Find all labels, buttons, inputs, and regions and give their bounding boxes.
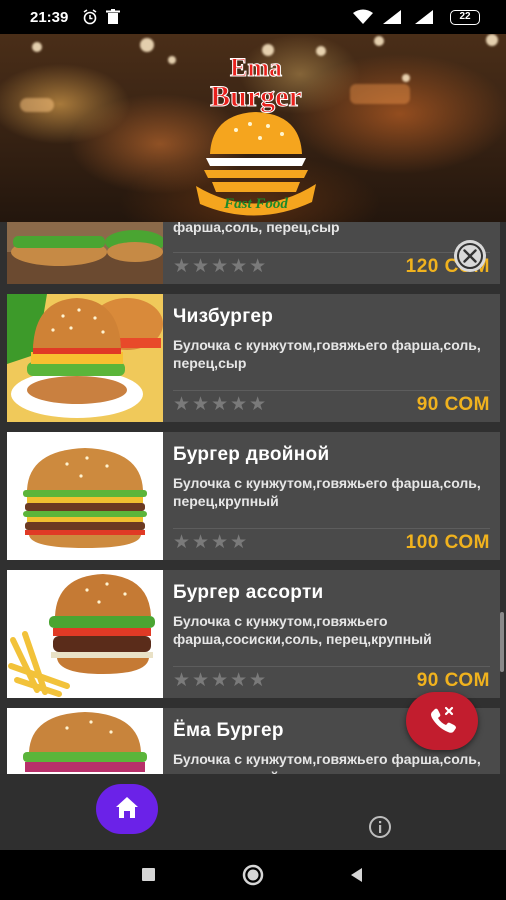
battery-icon: 22 bbox=[450, 10, 480, 25]
signal-icon bbox=[383, 10, 401, 24]
alarm-icon bbox=[83, 9, 97, 25]
back-icon[interactable] bbox=[348, 866, 366, 884]
status-time: 21:39 bbox=[30, 9, 69, 26]
status-bar: 21:39 22 bbox=[0, 0, 506, 34]
header-banner: Ema Burger Fast Food bbox=[0, 34, 506, 222]
rating-stars: ★★★★★ bbox=[173, 394, 269, 415]
info-button[interactable] bbox=[367, 814, 393, 840]
menu-item-description: Булочка с кунжутом,говяжьего фарша,соль,… bbox=[173, 475, 481, 509]
menu-item-title: Чизбургер bbox=[173, 306, 274, 327]
scrollbar-thumb[interactable] bbox=[500, 612, 504, 672]
phone-icon bbox=[431, 706, 456, 733]
divider bbox=[173, 390, 490, 391]
menu-item-description: Булочка с кунжутом,говяжьего фарша,соль,… bbox=[173, 337, 481, 371]
home-icon bbox=[116, 797, 138, 818]
menu-item-image bbox=[7, 222, 163, 284]
menu-item-price: 90 СОМ bbox=[416, 394, 490, 415]
rating-stars: ★★★★★ bbox=[173, 670, 269, 691]
call-button[interactable] bbox=[406, 692, 478, 750]
menu-item-title: Ёма Бургер bbox=[173, 720, 284, 741]
divider bbox=[173, 528, 490, 529]
home-nav-icon[interactable] bbox=[241, 863, 265, 887]
menu-item-image bbox=[7, 570, 163, 698]
system-navigation-bar bbox=[0, 850, 506, 900]
close-icon bbox=[457, 243, 483, 269]
divider bbox=[173, 666, 490, 667]
divider bbox=[173, 252, 490, 253]
menu-item-image bbox=[7, 708, 163, 774]
menu-item-card[interactable]: Бургер двойной Булочка с кунжутом,говяжь… bbox=[7, 432, 500, 560]
menu-item-description: фарша,соль, перец,сыр bbox=[173, 222, 340, 235]
menu-item-title: Бургер двойной bbox=[173, 444, 330, 465]
trash-icon bbox=[106, 9, 120, 24]
logo-text-ema: Ema bbox=[230, 53, 282, 82]
menu-item-price: 100 СОМ bbox=[405, 532, 490, 553]
menu-item-card[interactable]: фарша,соль, перец,сыр ★★★★★ 120 СОМ bbox=[7, 222, 500, 284]
wifi-icon bbox=[353, 9, 373, 24]
logo-text-burger: Burger bbox=[210, 80, 302, 113]
menu-item-card[interactable]: Бургер ассорти Булочка с кунжутом,говяжь… bbox=[7, 570, 500, 698]
logo-text-fastfood: Fast Food bbox=[223, 196, 288, 212]
menu-item-image bbox=[7, 432, 163, 560]
signal-icon bbox=[415, 10, 433, 24]
menu-item-card[interactable]: Чизбургер Булочка с кунжутом,говяжьего ф… bbox=[7, 294, 500, 422]
home-button[interactable] bbox=[96, 784, 158, 834]
menu-item-title: Бургер ассорти bbox=[173, 582, 324, 603]
menu-item-description: Булочка с кунжутом,говяжьего фарша,соль,… bbox=[173, 751, 481, 774]
bottom-navigation bbox=[0, 774, 506, 850]
app-logo: Ema Burger Fast Food bbox=[196, 53, 316, 216]
recents-icon[interactable] bbox=[140, 866, 158, 884]
rating-stars: ★★★★ bbox=[173, 532, 250, 553]
menu-item-description: Булочка с кунжутом,говяжьего фарша,сосис… bbox=[173, 613, 432, 647]
menu-item-price: 90 СОМ bbox=[416, 670, 490, 691]
info-icon bbox=[369, 816, 391, 838]
menu-item-image bbox=[7, 294, 163, 422]
close-button[interactable] bbox=[454, 240, 486, 272]
rating-stars: ★★★★★ bbox=[173, 256, 269, 277]
